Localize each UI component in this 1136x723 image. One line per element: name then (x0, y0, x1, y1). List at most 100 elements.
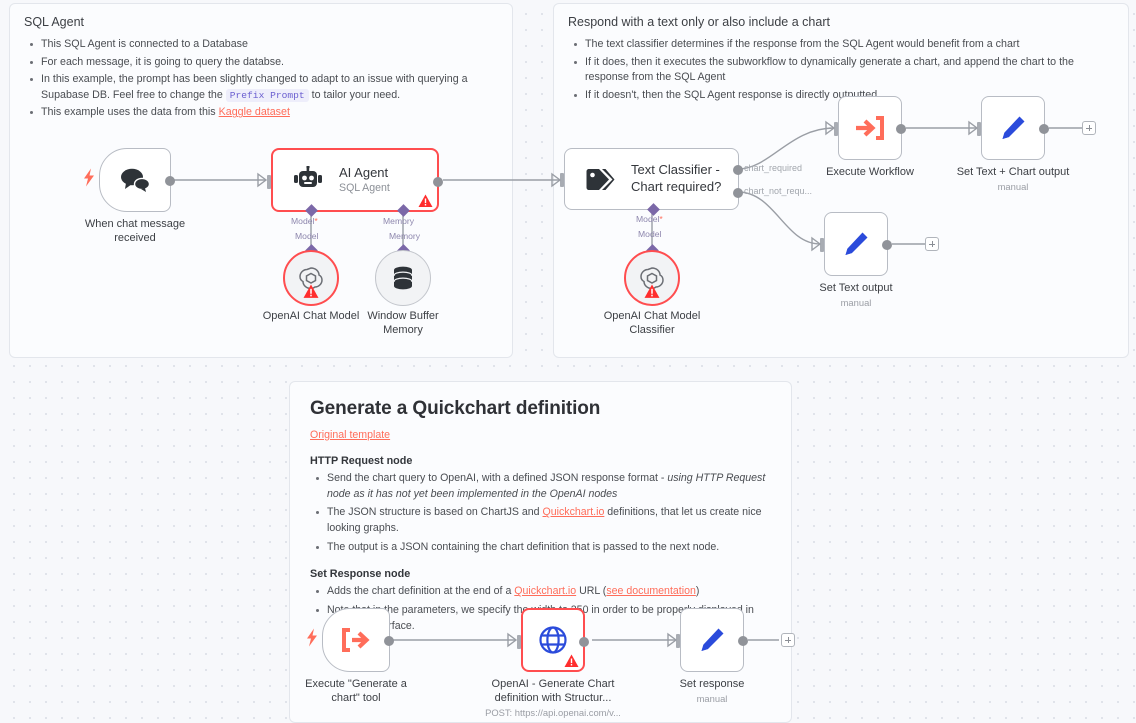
node-body[interactable]: AI Agent SQL Agent (267, 148, 443, 217)
node-body[interactable] (676, 608, 748, 672)
node-openai-chat-model-classifier[interactable]: OpenAI Chat Model Classifier (604, 244, 700, 336)
node-body[interactable] (283, 250, 339, 306)
node-set-text-output[interactable]: Set Text output manual (819, 212, 939, 308)
node-set-text-chart-output[interactable]: Set Text + Chart output manual (957, 96, 1096, 192)
http-request-node-heading: HTTP Request node (310, 455, 413, 467)
pencil-icon (845, 232, 868, 255)
output-port-chart-required[interactable] (733, 165, 743, 175)
input-port[interactable] (267, 175, 271, 189)
node-body[interactable]: Text Classifier - Chart required? (560, 148, 743, 216)
node-body[interactable] (624, 250, 680, 306)
node-body[interactable] (517, 608, 589, 672)
add-node-button[interactable] (925, 237, 939, 251)
node-label: Set Text output manual (819, 282, 892, 309)
output-port-chart-not-required[interactable] (733, 188, 743, 198)
node-label-text: Set response (679, 678, 745, 690)
node-openai-chat-model[interactable]: OpenAI Chat Model (263, 244, 359, 322)
output-port[interactable] (896, 124, 906, 134)
globe-icon (539, 626, 567, 654)
list-item: For each message, it is going to query t… (30, 55, 498, 71)
original-template-anchor[interactable]: Original template (310, 429, 390, 441)
node-ai-agent[interactable]: AI Agent SQL Agent Model Memory Model Me… (267, 148, 443, 241)
output-port[interactable] (738, 636, 748, 646)
input-port[interactable] (560, 173, 564, 187)
http-request-bullets: Send the chart query to OpenAI, with a d… (310, 471, 771, 555)
bullet-text: This example uses the data from this (41, 106, 219, 119)
bullet-text: Send the chart query to OpenAI, with a d… (327, 472, 668, 484)
node-openai-generate-chart-definition[interactable]: OpenAI - Generate Chart definition with … (485, 608, 621, 718)
node-body[interactable] (84, 148, 175, 212)
arrow-into-bracket-icon (856, 116, 884, 140)
bullet-text: This SQL Agent is connected to a Databas… (41, 38, 248, 51)
bullet-text: If it doesn't, then the SQL Agent respon… (585, 88, 881, 101)
quickchart-title: Generate a Quickchart definition (310, 398, 601, 419)
node-label: Set Text + Chart output manual (957, 166, 1070, 193)
bullet-text: If it does, then it executes the subwork… (585, 55, 1074, 84)
chart-not-required-label: chart_not_requ... (744, 186, 813, 196)
node-label: OpenAI Chat Model Classifier (603, 310, 701, 336)
bullet-text: ) (695, 585, 700, 598)
node-sublabel: POST: https://api.openai.com/v... (485, 706, 621, 718)
node-execute-workflow[interactable]: Execute Workflow (826, 96, 914, 178)
output-port[interactable] (384, 636, 394, 646)
original-template-link[interactable]: Original template (310, 429, 771, 441)
model-port-label: Model (291, 216, 318, 226)
output-port[interactable] (579, 637, 589, 647)
see-documentation-link[interactable]: see documentation (606, 585, 696, 597)
quickchart-io-link[interactable]: Quickchart.io (514, 585, 576, 597)
list-item: Send the chart query to OpenAI, with a d… (316, 471, 771, 502)
node-text-classifier[interactable]: Text Classifier - Chart required? chart_… (560, 148, 812, 239)
node-title: AI Agent (339, 165, 389, 181)
node-title-group: AI Agent SQL Agent (339, 165, 390, 195)
node-title: Text Classifier - (631, 162, 720, 178)
warning-triangle-icon[interactable] (303, 284, 320, 304)
bullet-text: The JSON structure is based on ChartJS a… (327, 506, 543, 519)
node-label: Window Buffer Memory (367, 310, 439, 336)
node-label: Execute Workflow (826, 166, 914, 178)
node-body[interactable] (834, 96, 906, 160)
node-when-chat-message-received[interactable]: When chat message received (84, 148, 185, 244)
output-port[interactable] (433, 177, 443, 187)
kaggle-dataset-link[interactable]: Kaggle dataset (219, 106, 290, 118)
list-item: This SQL Agent is connected to a Databas… (30, 37, 498, 53)
output-port[interactable] (165, 176, 175, 186)
input-port[interactable] (820, 238, 824, 252)
node-window-buffer-memory[interactable]: Window Buffer Memory (367, 244, 439, 336)
node-execute-generate-chart-tool[interactable]: Execute "Generate a chart" tool (305, 608, 407, 704)
quickchart-io-link[interactable]: Quickchart.io (543, 506, 605, 518)
bullet-text: For each message, it is going to query t… (41, 55, 284, 68)
input-port[interactable] (977, 122, 981, 136)
lightning-bolt-icon (306, 628, 318, 652)
memory-port-label: Memory (383, 216, 415, 226)
bullet-text: The output is a JSON containing the char… (327, 540, 720, 553)
output-port[interactable] (1039, 124, 1049, 134)
output-port[interactable] (882, 240, 892, 250)
warning-triangle-icon[interactable] (644, 284, 661, 304)
sticky-note-bullets: The text classifier determines if the re… (568, 37, 1114, 103)
model-connector-label: Model (638, 229, 662, 239)
node-label-text: Set Text + Chart output (956, 166, 1070, 178)
sticky-note-title: SQL Agent (24, 15, 84, 29)
lightning-bolt-icon (83, 168, 95, 192)
sticky-note-bullets: This SQL Agent is connected to a Databas… (24, 37, 498, 121)
node-body[interactable] (375, 250, 431, 306)
node-set-response[interactable]: Set response manual (676, 608, 795, 704)
node-body[interactable] (977, 96, 1049, 160)
arrow-out-bracket-icon (342, 628, 370, 652)
database-icon (393, 266, 413, 290)
list-item: In this example, the prompt has been sli… (30, 72, 498, 103)
tag-icon (586, 168, 615, 190)
node-body[interactable] (307, 608, 394, 672)
node-body[interactable] (820, 212, 892, 276)
add-node-button[interactable] (1082, 121, 1096, 135)
add-node-button[interactable] (781, 633, 795, 647)
robot-icon (294, 166, 322, 187)
node-label-text: OpenAI - Generate Chart definition with … (491, 678, 615, 704)
chart-required-label: chart_required (744, 163, 803, 173)
input-port[interactable] (834, 122, 838, 136)
workflow-canvas[interactable]: SQL Agent This SQL Agent is connected to… (0, 0, 1136, 723)
node-label: OpenAI Chat Model (262, 310, 360, 322)
input-port[interactable] (676, 634, 680, 648)
bullet-text: to tailor your need. (308, 88, 401, 101)
input-port[interactable] (517, 635, 521, 649)
